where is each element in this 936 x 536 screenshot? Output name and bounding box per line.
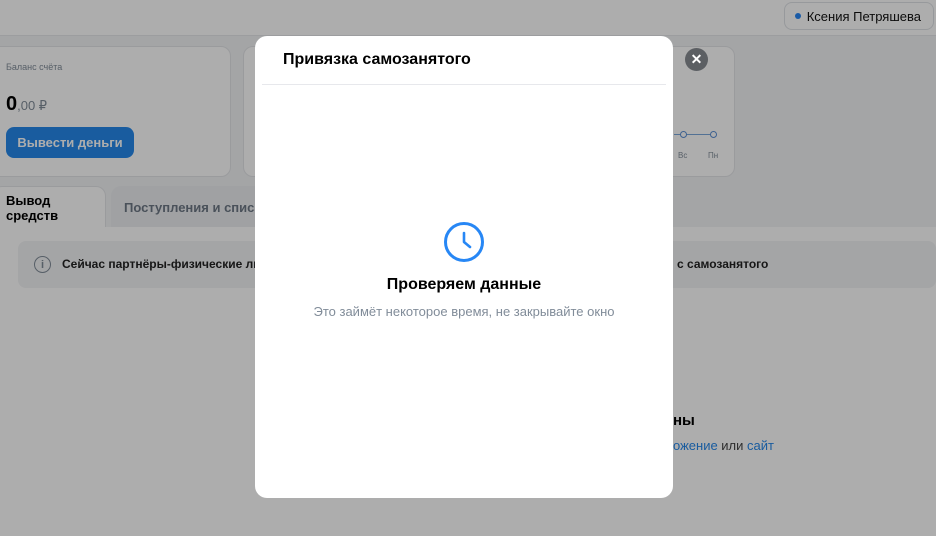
modal-divider: [262, 84, 666, 85]
status-title: Проверяем данные: [386, 276, 542, 293]
self-employed-modal: Привязка самозанятого Проверяем данные Э…: [255, 36, 673, 498]
clock-icon: [444, 222, 484, 262]
close-icon[interactable]: ✕: [685, 48, 708, 71]
modal-title: Привязка самозанятого: [283, 51, 471, 68]
status-subtitle: Это займёт некоторое время, не закрывайт…: [313, 304, 615, 319]
